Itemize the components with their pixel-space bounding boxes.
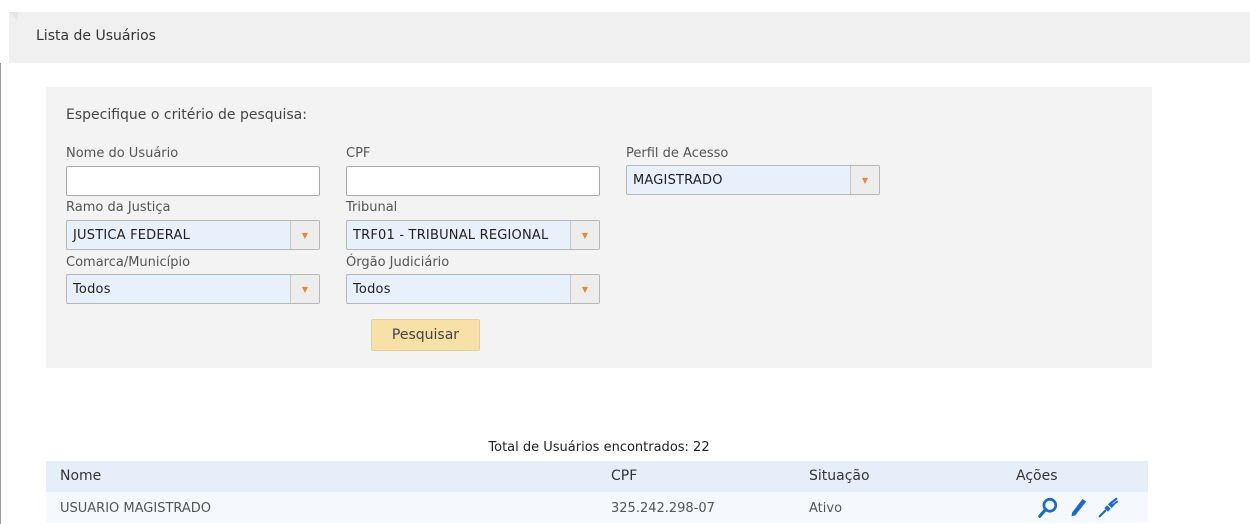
col-header-cpf: CPF (611, 468, 638, 484)
tribunal-label: Tribunal (346, 200, 398, 215)
orgao-label: Órgão Judiciário (346, 255, 450, 270)
tribunal-select[interactable]: TRF01 - TRIBUNAL REGIONAL ▼ (346, 220, 600, 250)
orgao-select[interactable]: Todos ▼ (346, 274, 600, 304)
comarca-label: Comarca/Município (66, 255, 191, 270)
chevron-down-icon: ▼ (850, 166, 879, 194)
nome-label: Nome do Usuário (66, 146, 179, 161)
table-row: USUARIO MAGISTRADO 325.242.298-07 Ativo (46, 492, 1148, 523)
chevron-down-icon: ▼ (290, 275, 319, 303)
ramo-value: JUSTICA FEDERAL (73, 227, 191, 243)
search-button[interactable]: Pesquisar (371, 319, 480, 351)
header-corner (9, 12, 18, 21)
search-icon[interactable] (1037, 497, 1059, 519)
comarca-value: Todos (73, 281, 111, 297)
row-actions (1037, 497, 1119, 519)
chevron-down-icon: ▼ (290, 221, 319, 249)
perfil-select[interactable]: MAGISTRADO ▼ (626, 165, 880, 195)
page-header: Lista de Usuários (9, 12, 1250, 63)
cell-cpf: 325.242.298-07 (611, 501, 715, 516)
cpf-label: CPF (346, 146, 371, 161)
chevron-down-icon: ▼ (570, 275, 599, 303)
page-title: Lista de Usuários (36, 28, 156, 44)
perfil-label: Perfil de Acesso (626, 146, 729, 161)
cell-nome: USUARIO MAGISTRADO (60, 501, 212, 516)
total-users-text: Total de Usuários encontrados: 22 (488, 440, 710, 455)
cpf-input[interactable] (346, 166, 600, 196)
pencil-icon[interactable] (1067, 497, 1089, 519)
col-header-acoes: Ações (1016, 468, 1058, 484)
ramo-label: Ramo da Justiça (66, 200, 171, 215)
users-table: Nome CPF Situação Ações USUARIO MAGISTRA… (46, 461, 1148, 523)
comarca-select[interactable]: Todos ▼ (66, 274, 320, 304)
criteria-label: Especifique o critério de pesquisa: (66, 107, 307, 123)
search-panel: Especifique o critério de pesquisa: Nome… (46, 87, 1152, 368)
table-header-row: Nome CPF Situação Ações (46, 461, 1148, 492)
unplug-icon[interactable] (1097, 497, 1119, 519)
nome-input[interactable] (66, 166, 320, 196)
tribunal-value: TRF01 - TRIBUNAL REGIONAL (353, 227, 549, 243)
col-header-situacao: Situação (809, 468, 870, 484)
orgao-value: Todos (353, 281, 391, 297)
ramo-select[interactable]: JUSTICA FEDERAL ▼ (66, 220, 320, 250)
cell-situacao: Ativo (809, 501, 843, 516)
col-header-nome: Nome (60, 468, 102, 484)
perfil-value: MAGISTRADO (633, 172, 723, 188)
chevron-down-icon: ▼ (570, 221, 599, 249)
